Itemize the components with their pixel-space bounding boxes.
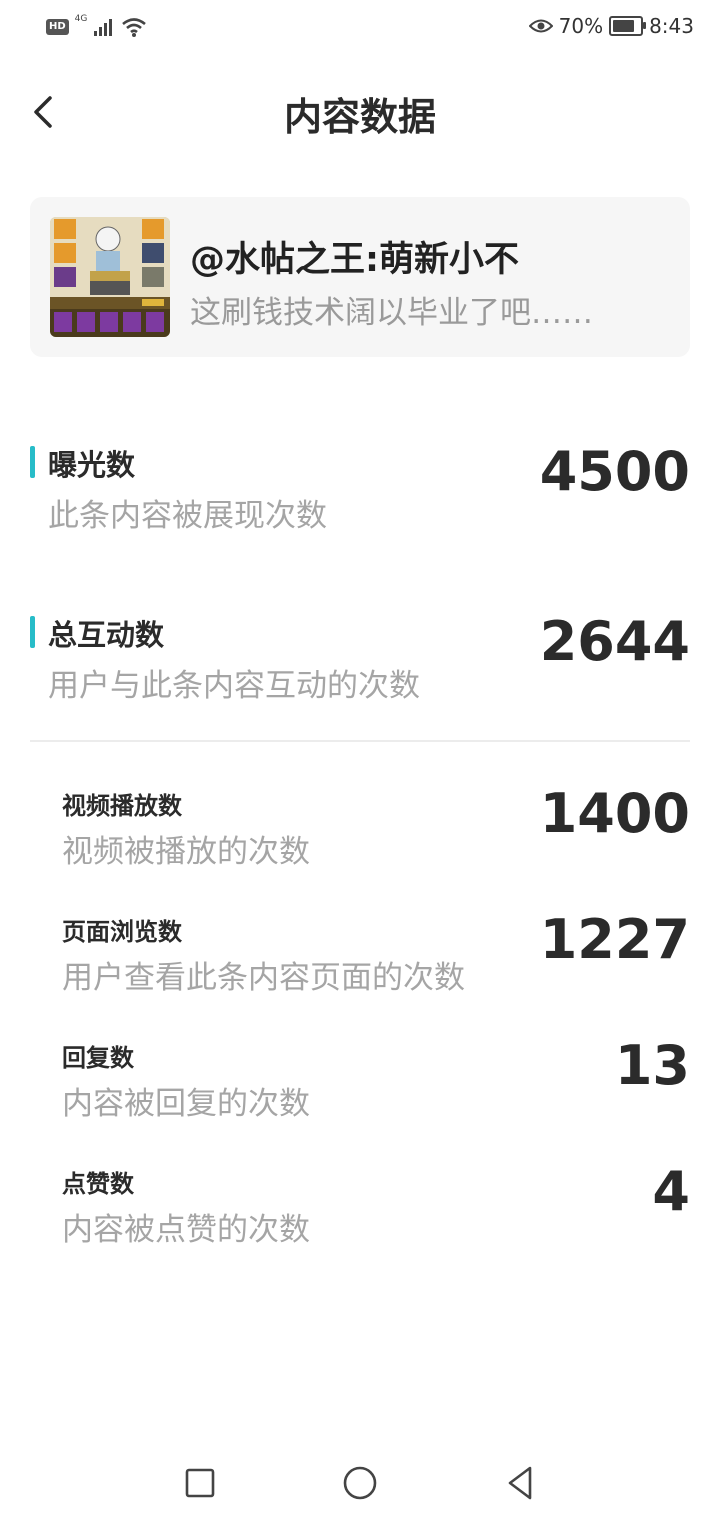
metric-likes: 点赞数 内容被点赞的次数 4	[30, 1160, 690, 1254]
metric-desc: 此条内容被展现次数	[48, 498, 327, 534]
clock: 8:43	[649, 14, 694, 38]
hd-icon: HD	[46, 19, 69, 35]
metric-value: 1227	[539, 908, 690, 971]
page-title: 内容数据	[283, 95, 436, 139]
status-bar: HD 4G 70% 8:43	[0, 0, 720, 58]
system-back-button[interactable]	[495, 1458, 545, 1508]
metric-value: 4	[652, 1160, 690, 1223]
battery-level	[613, 20, 635, 32]
metric-desc: 内容被回复的次数	[62, 1086, 310, 1122]
post-thumbnail	[50, 217, 170, 337]
battery-percent: 70%	[558, 14, 604, 38]
metric-title: 点赞数	[62, 1170, 134, 1198]
game-screenshot-image	[50, 217, 170, 337]
metric-title: 页面浏览数	[62, 918, 182, 946]
metric-title: 回复数	[62, 1044, 134, 1072]
metric-value: 13	[614, 1034, 690, 1097]
metric-title: 曝光数	[48, 448, 136, 482]
post-card[interactable]: @水帖之王:萌新小不 这刷钱技术阔以毕业了吧……	[30, 197, 690, 357]
triangle-back-icon	[508, 1466, 532, 1500]
home-button[interactable]	[335, 1458, 385, 1508]
status-left: HD 4G	[46, 14, 147, 38]
metric-page-views: 页面浏览数 用户查看此条内容页面的次数 1227	[30, 908, 690, 1002]
metric-value: 1400	[539, 782, 690, 845]
signal-icon	[94, 19, 113, 36]
eye-icon	[528, 19, 553, 33]
status-right: 70% 8:43	[528, 14, 694, 38]
metric-desc: 用户与此条内容互动的次数	[48, 668, 420, 704]
recent-apps-button[interactable]	[175, 1458, 225, 1508]
system-nav-bar	[0, 1440, 720, 1520]
circle-home-icon	[343, 1466, 377, 1500]
header: 内容数据	[0, 70, 720, 154]
metric-desc: 内容被点赞的次数	[62, 1212, 310, 1248]
square-icon	[185, 1468, 215, 1498]
metric-replies: 回复数 内容被回复的次数 13	[30, 1034, 690, 1128]
metric-interactions: 总互动数 用户与此条内容互动的次数 2644	[30, 610, 690, 712]
post-excerpt: 这刷钱技术阔以毕业了吧……	[190, 295, 593, 331]
network-label: 4G	[74, 14, 88, 24]
wifi-icon	[122, 18, 147, 37]
post-author: @水帖之王:萌新小不	[190, 240, 519, 280]
metric-impressions: 曝光数 此条内容被展现次数 4500	[30, 440, 690, 542]
accent-bar	[30, 616, 35, 648]
divider	[30, 740, 690, 742]
accent-bar	[30, 446, 35, 478]
metric-value: 2644	[539, 610, 690, 673]
metric-desc: 视频被播放的次数	[62, 834, 310, 870]
metric-video-plays: 视频播放数 视频被播放的次数 1400	[30, 782, 690, 876]
metric-title: 总互动数	[48, 618, 165, 652]
metric-value: 4500	[539, 440, 690, 503]
battery-icon	[609, 16, 647, 36]
metric-title: 视频播放数	[62, 792, 182, 820]
metric-desc: 用户查看此条内容页面的次数	[62, 960, 465, 996]
